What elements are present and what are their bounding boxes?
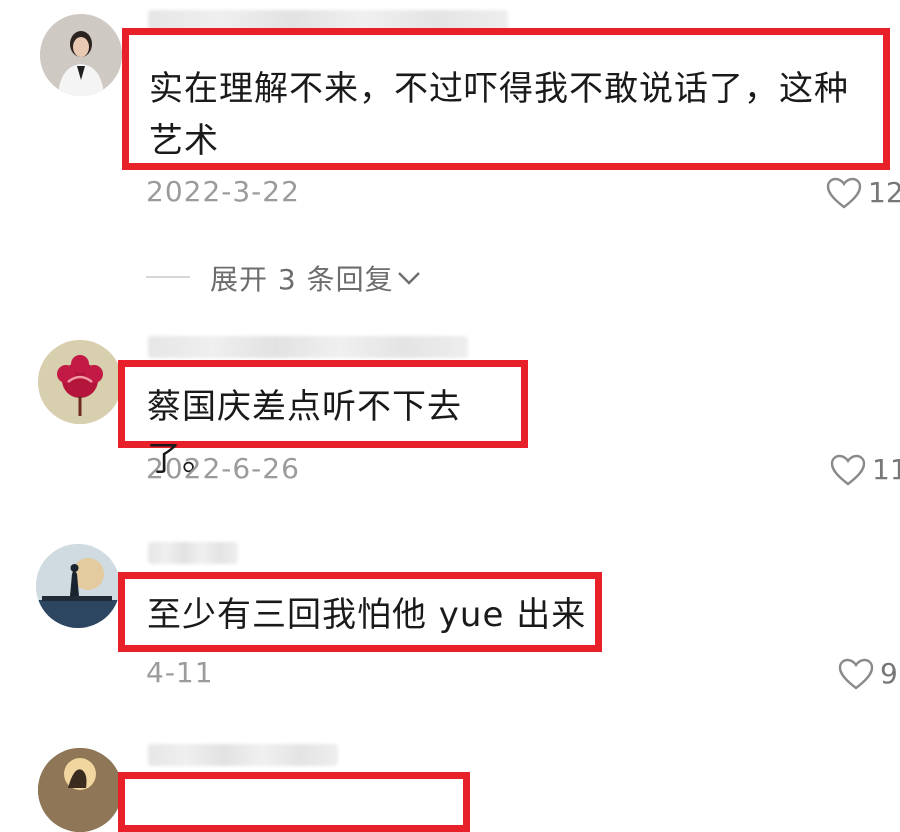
- username-blurred[interactable]: [148, 336, 468, 358]
- comment-highlight-box: 蔡国庆差点听不下去了。: [118, 360, 528, 479]
- comment-text: 实在理解不来，不过吓得我不敢说话了，这种 艺术: [149, 69, 849, 161]
- avatar[interactable]: [38, 748, 122, 832]
- avatar[interactable]: [40, 14, 122, 96]
- silhouette-landscape-avatar-icon: [36, 544, 120, 628]
- expand-replies-label: 展开 3 条回复: [210, 263, 394, 296]
- comment-date: 2022-3-22: [146, 175, 300, 208]
- heart-icon[interactable]: [830, 454, 866, 486]
- heart-icon[interactable]: [826, 177, 862, 209]
- chevron-down-icon: [397, 272, 420, 285]
- avatar[interactable]: [36, 544, 120, 628]
- comment-date: 2022-6-26: [146, 452, 300, 485]
- comment-highlight-box: 至少有三回我怕他 yue 出来: [118, 572, 602, 652]
- like-count: 9: [880, 657, 898, 690]
- expand-replies-button[interactable]: 展开 3 条回复: [210, 258, 422, 298]
- comment-highlight-box: 实在理解不来，不过吓得我不敢说话了，这种 艺术: [122, 28, 890, 170]
- woman-in-white-avatar-icon: [40, 14, 122, 96]
- comment-highlight-box: [118, 772, 470, 832]
- red-flower-avatar-icon: [38, 340, 122, 424]
- like-count: 11: [872, 453, 900, 486]
- like-count: 12: [868, 176, 900, 209]
- comment-text: 至少有三回我怕他 yue 出来: [147, 595, 587, 635]
- comment-date: 4-11: [146, 656, 214, 689]
- avatar[interactable]: [38, 340, 122, 424]
- divider-line: [146, 276, 190, 278]
- hand-sunset-avatar-icon: [38, 748, 122, 832]
- username-blurred[interactable]: [148, 744, 338, 766]
- heart-icon[interactable]: [838, 658, 874, 690]
- username-blurred[interactable]: [148, 542, 238, 564]
